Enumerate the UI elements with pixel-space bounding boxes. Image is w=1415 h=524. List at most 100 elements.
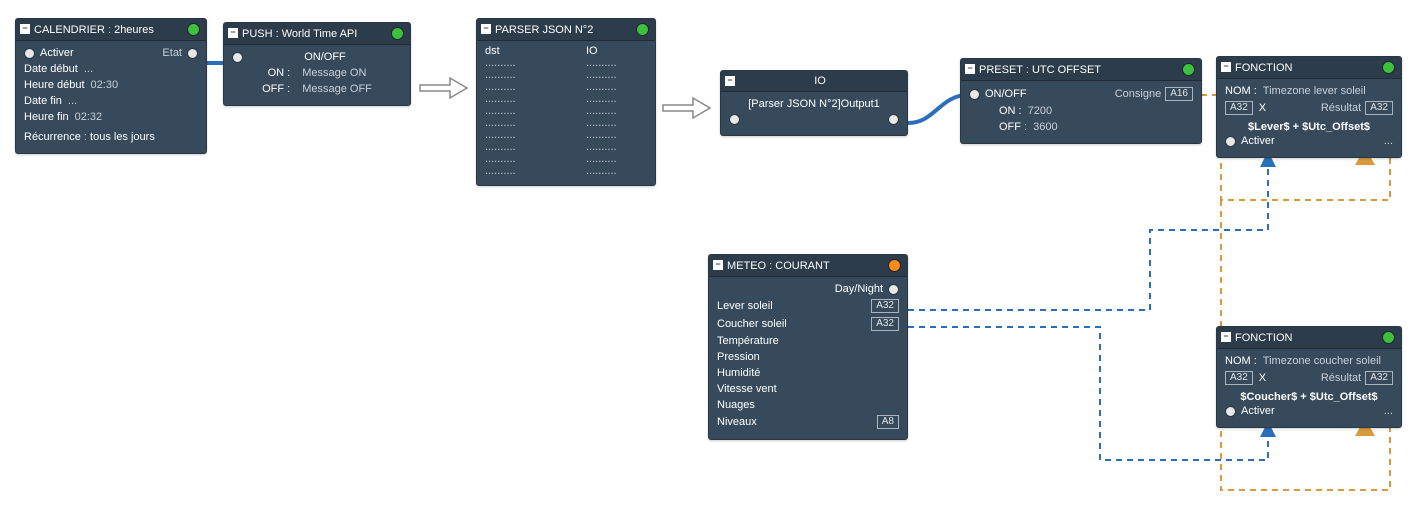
status-indicator	[1382, 61, 1395, 74]
parser-table-header: dst IO	[485, 45, 647, 57]
node-header[interactable]: − CALENDRIER : 2heures	[16, 19, 206, 41]
formula: $Lever$ + $Utc_Offset$	[1225, 121, 1393, 133]
collapse-icon[interactable]: −	[1221, 62, 1231, 72]
x-label: X	[1259, 372, 1266, 384]
value: Timezone lever soleil	[1263, 85, 1366, 97]
row-daynight: Day/Night	[717, 281, 899, 297]
collapse-icon[interactable]: −	[965, 64, 975, 74]
port[interactable]	[24, 48, 35, 59]
row-date-debut: Date début ...	[24, 61, 198, 77]
collapse-icon[interactable]: −	[481, 24, 491, 34]
port-left[interactable]	[729, 114, 740, 125]
node-fonction-coucher[interactable]: − FONCTION NOM : Timezone coucher soleil…	[1216, 326, 1402, 428]
parser-row: ....................	[485, 129, 647, 141]
port[interactable]	[1225, 406, 1236, 417]
node-calendrier[interactable]: − CALENDRIER : 2heures Activer Etat Date…	[15, 18, 207, 154]
port-right[interactable]	[888, 114, 899, 125]
row-niveaux: Niveaux A8	[717, 413, 899, 431]
row-vent: Vitesse vent	[717, 381, 899, 397]
collapse-icon[interactable]: −	[228, 28, 238, 38]
x-value: A32	[1225, 371, 1253, 385]
node-title: FONCTION	[1235, 332, 1292, 344]
node-header[interactable]: − FONCTION	[1217, 327, 1401, 349]
parser-row: ....................	[485, 165, 647, 177]
cell: ..........	[586, 117, 647, 129]
row-ports	[729, 112, 899, 127]
label: Date début	[24, 63, 78, 75]
node-body: NOM : Timezone coucher soleil A32 X Résu…	[1217, 349, 1401, 427]
node-header[interactable]: − FONCTION	[1217, 57, 1401, 79]
value: 7200	[1028, 105, 1052, 117]
port[interactable]	[232, 52, 243, 63]
node-preset[interactable]: − PRESET : UTC OFFSET ON/OFF Consigne A1…	[960, 58, 1202, 144]
node-header[interactable]: − PARSER JSON N°2	[477, 19, 655, 41]
node-meteo[interactable]: − METEO : COURANT Day/Night Lever soleil…	[708, 254, 908, 440]
collapse-icon[interactable]: −	[725, 76, 735, 86]
label: Niveaux	[717, 416, 757, 428]
value: 02:32	[75, 111, 103, 123]
label: Humidité	[717, 367, 760, 379]
dots: ...	[1384, 405, 1393, 417]
value: A8	[877, 415, 899, 429]
label: ON/OFF	[304, 51, 346, 63]
node-header[interactable]: − METEO : COURANT	[709, 255, 907, 277]
col-dst: dst	[485, 45, 546, 57]
row-nom: NOM : Timezone lever soleil	[1225, 83, 1393, 99]
cell: ..........	[586, 165, 647, 177]
cell: ..........	[485, 105, 546, 117]
row-nuages: Nuages	[717, 397, 899, 413]
label: Vitesse vent	[717, 383, 777, 395]
row-recurrence: Récurrence : tous les jours	[24, 129, 198, 145]
collapse-icon[interactable]: −	[1221, 332, 1231, 342]
row-temp: Température	[717, 333, 899, 349]
node-body: ON/OFF Consigne A16 ON : 7200 OFF : 3600	[961, 81, 1201, 143]
node-header[interactable]: − PRESET : UTC OFFSET	[961, 59, 1201, 81]
node-parser[interactable]: − PARSER JSON N°2 dst IO ...............…	[476, 18, 656, 186]
cell: ..........	[485, 93, 546, 105]
row-activer: Activer ...	[1225, 133, 1393, 149]
node-push[interactable]: − PUSH : World Time API ON/OFF ON : Mess…	[223, 22, 411, 106]
value: ...	[84, 63, 93, 75]
cell: ..........	[586, 93, 647, 105]
row-lever: Lever soleil A32	[717, 297, 899, 315]
node-body: NOM : Timezone lever soleil A32 X Résult…	[1217, 79, 1401, 157]
status-indicator	[636, 23, 649, 36]
label: Heure début	[24, 79, 85, 91]
label: NOM :	[1225, 355, 1257, 367]
row-on: ON : 7200	[969, 103, 1193, 119]
status-indicator	[1182, 63, 1195, 76]
port-etat[interactable]	[187, 48, 198, 59]
collapse-icon[interactable]: −	[713, 260, 723, 270]
node-body: ON/OFF ON : Message ON OFF : Message OFF	[224, 45, 410, 105]
node-header[interactable]: − IO	[721, 71, 907, 92]
row-off: OFF : 3600	[969, 119, 1193, 135]
node-header[interactable]: − PUSH : World Time API	[224, 23, 410, 45]
port[interactable]	[969, 89, 980, 100]
parser-row: ....................	[485, 93, 647, 105]
node-title: PUSH : World Time API	[242, 28, 357, 40]
node-body: dst IO .................... ............…	[477, 41, 655, 185]
label: Activer	[1241, 405, 1275, 417]
node-io[interactable]: − IO [Parser JSON N°2]Output1	[720, 70, 908, 136]
node-title: CALENDRIER : 2heures	[34, 24, 154, 36]
row-onoff: ON/OFF Consigne A16	[969, 85, 1193, 103]
collapse-icon[interactable]: −	[20, 24, 30, 34]
node-body: [Parser JSON N°2]Output1	[721, 92, 907, 135]
row-pression: Pression	[717, 349, 899, 365]
value: Timezone coucher soleil	[1263, 355, 1381, 367]
resultat-value: A32	[1365, 371, 1393, 385]
port[interactable]	[888, 284, 899, 295]
row-onoff: ON/OFF	[232, 49, 402, 65]
port[interactable]	[1225, 136, 1236, 147]
node-body: Day/Night Lever soleil A32 Coucher solei…	[709, 277, 907, 439]
row-activer: Activer Etat	[24, 45, 198, 61]
label: Activer	[1241, 135, 1275, 147]
parser-row: ....................	[485, 69, 647, 81]
cell: ..........	[485, 69, 546, 81]
status-indicator	[1382, 331, 1395, 344]
node-fonction-lever[interactable]: − FONCTION NOM : Timezone lever soleil A…	[1216, 56, 1402, 158]
row-heure-debut: Heure début 02:30	[24, 77, 198, 93]
node-title: IO	[814, 75, 826, 87]
parser-row: ....................	[485, 57, 647, 69]
label: ON/OFF	[985, 88, 1027, 100]
